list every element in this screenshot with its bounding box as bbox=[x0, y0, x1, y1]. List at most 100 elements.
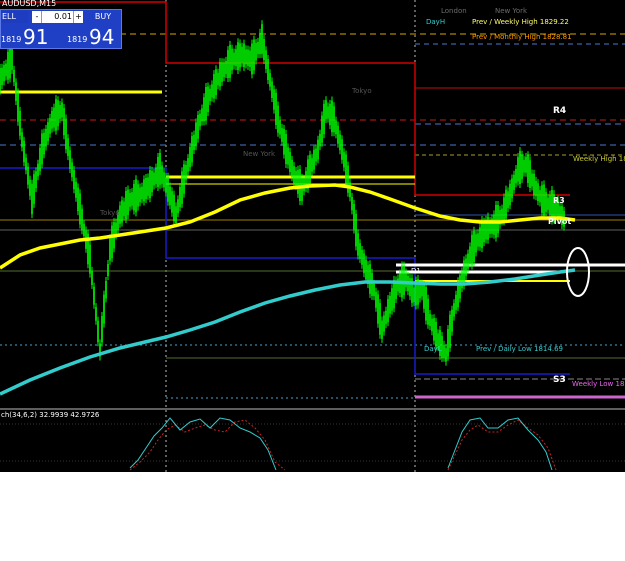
candle-body bbox=[187, 158, 189, 172]
candle-body bbox=[221, 62, 223, 82]
candle-body bbox=[309, 154, 311, 184]
candle-body bbox=[273, 89, 275, 110]
bid-price-pips: 91 bbox=[23, 25, 49, 49]
candle-body bbox=[211, 84, 213, 98]
lot-decrease-button[interactable]: - bbox=[33, 11, 42, 23]
candle-body bbox=[509, 183, 511, 206]
candle-body bbox=[197, 115, 199, 139]
candle-body bbox=[375, 291, 377, 308]
sell-button[interactable]: ELL bbox=[1, 11, 28, 23]
candle-body bbox=[49, 117, 51, 134]
candle-body bbox=[521, 154, 523, 179]
candle-body bbox=[385, 310, 387, 325]
candle-body bbox=[397, 278, 399, 292]
candle-body bbox=[151, 170, 153, 193]
candle-body bbox=[179, 187, 181, 208]
candle-body bbox=[111, 225, 113, 259]
lot-size-input[interactable]: - 0.01 + bbox=[32, 11, 83, 23]
candle-body bbox=[53, 107, 55, 128]
candle-body bbox=[257, 41, 259, 55]
candle-body bbox=[267, 59, 269, 80]
candle-body bbox=[25, 157, 27, 171]
candle-body bbox=[181, 171, 183, 204]
candle-body bbox=[319, 133, 321, 147]
candle-body bbox=[301, 177, 303, 201]
candle-body bbox=[337, 125, 339, 144]
candle-body bbox=[71, 162, 73, 178]
lot-increase-button[interactable]: + bbox=[73, 11, 83, 23]
candle-body bbox=[105, 281, 107, 299]
candle-body bbox=[73, 169, 75, 190]
candle-body bbox=[497, 205, 499, 234]
candle-body bbox=[455, 294, 457, 310]
candle-body bbox=[0, 68, 1, 91]
candle-body bbox=[103, 294, 105, 324]
candle-body bbox=[477, 233, 479, 247]
prev-daily-low-label: Prev / Daily Low 1814.69 bbox=[476, 345, 563, 353]
candle-body bbox=[313, 149, 315, 170]
candle-body bbox=[225, 60, 227, 75]
candle-body bbox=[31, 183, 33, 215]
candle-body bbox=[427, 298, 429, 325]
candle-body bbox=[97, 320, 99, 343]
candle-body bbox=[471, 234, 473, 266]
candle-body bbox=[231, 48, 233, 71]
candle-body bbox=[291, 159, 293, 178]
candle-body bbox=[207, 86, 209, 113]
chart-window[interactable]: AUDUSD,M15 ELL - 0.01 + BUY 1819 91 1819… bbox=[0, 0, 625, 472]
session-label-london: London bbox=[441, 7, 467, 15]
bid-price[interactable]: 1819 91 bbox=[1, 25, 59, 49]
oscillator-main-line bbox=[447, 417, 553, 471]
candle-body bbox=[33, 174, 35, 204]
candle-body bbox=[57, 100, 59, 127]
candle-body bbox=[235, 49, 237, 67]
candle-body bbox=[473, 230, 475, 263]
candle-body bbox=[45, 128, 47, 147]
weekly-low-label: Weekly Low 18 bbox=[572, 380, 625, 388]
prev-weekly-high-label: Prev / Weekly High 1829.22 bbox=[472, 18, 569, 26]
candle-body bbox=[127, 189, 129, 215]
ask-price-prefix: 1819 bbox=[67, 35, 88, 44]
r4-label: R4 bbox=[553, 106, 567, 116]
price-chart[interactable] bbox=[0, 0, 625, 472]
candle-body bbox=[29, 179, 31, 196]
session-label-tokyo: Tokyo bbox=[352, 87, 372, 95]
oscillator-signal-line bbox=[447, 419, 557, 471]
candle-body bbox=[363, 253, 365, 274]
candle-body bbox=[123, 201, 125, 217]
candle-body bbox=[163, 172, 165, 188]
ask-price[interactable]: 1819 94 bbox=[67, 25, 121, 49]
ask-price-pips: 94 bbox=[89, 25, 115, 49]
candle-body bbox=[449, 314, 451, 348]
candle-body bbox=[529, 160, 531, 189]
candle-body bbox=[15, 82, 17, 101]
buy-button[interactable]: BUY bbox=[87, 11, 119, 23]
candle-body bbox=[377, 294, 379, 324]
candle-body bbox=[469, 246, 471, 264]
candle-body bbox=[425, 287, 427, 321]
candle-body bbox=[201, 108, 203, 122]
candle-body bbox=[365, 259, 367, 280]
candle-body bbox=[475, 234, 477, 253]
candle-body bbox=[101, 315, 103, 343]
oscillator-main-line bbox=[129, 417, 277, 471]
candle-body bbox=[295, 171, 297, 187]
candle-body bbox=[43, 132, 45, 155]
candle-body bbox=[189, 146, 191, 168]
candle-body bbox=[125, 191, 127, 220]
candle-body bbox=[223, 62, 225, 78]
candle-body bbox=[431, 318, 433, 332]
candle-body bbox=[281, 127, 283, 142]
candle-body bbox=[479, 227, 481, 247]
candle-body bbox=[135, 179, 137, 213]
candle-body bbox=[255, 42, 257, 61]
candle-body bbox=[311, 158, 313, 172]
candle-body bbox=[21, 132, 23, 148]
candle-body bbox=[389, 295, 391, 314]
candle-body bbox=[329, 103, 331, 126]
candle-body bbox=[297, 169, 299, 194]
candle-body bbox=[121, 200, 123, 223]
candle-body bbox=[351, 197, 353, 211]
candle-body bbox=[285, 134, 287, 164]
candle-body bbox=[141, 186, 143, 200]
